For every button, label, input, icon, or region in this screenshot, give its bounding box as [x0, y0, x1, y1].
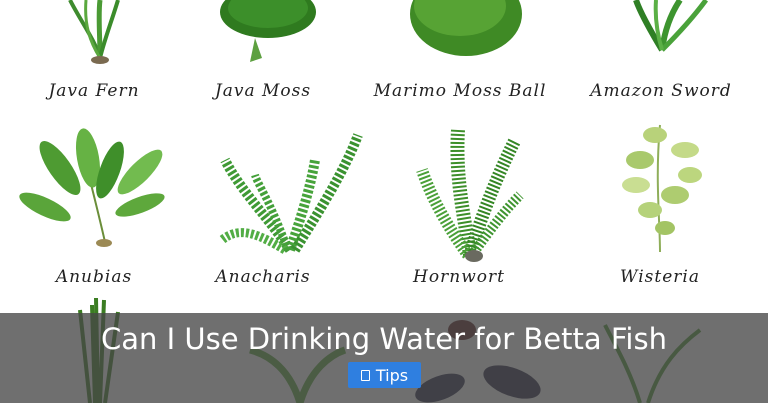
amazon-sword-plant	[633, 0, 709, 52]
java-moss-plant	[220, 0, 316, 62]
plant-label: Hornwort	[413, 267, 505, 287]
plant-label: Marimo Moss Ball	[373, 81, 547, 101]
category-tag-label: Tips	[375, 365, 409, 385]
plant-label: Anubias	[55, 267, 133, 287]
folder-icon	[360, 369, 370, 381]
plant-label: Wisteria	[620, 267, 700, 287]
category-tag-button[interactable]: Tips	[348, 362, 421, 388]
java-fern-plant	[68, 0, 120, 64]
anacharis-plant	[219, 133, 363, 254]
plant-label: Anacharis	[215, 267, 311, 287]
wisteria-plant	[622, 124, 702, 253]
anubias-plant	[19, 128, 165, 247]
plant-label: Amazon Sword	[590, 81, 732, 101]
hornwort-plant	[416, 129, 524, 262]
article-title: Can I Use Drinking Water for Betta Fish	[101, 322, 667, 356]
marimo-moss-ball-plant	[410, 0, 522, 56]
plant-label: Java Fern	[48, 81, 140, 101]
plant-label: Java Moss	[214, 81, 312, 101]
